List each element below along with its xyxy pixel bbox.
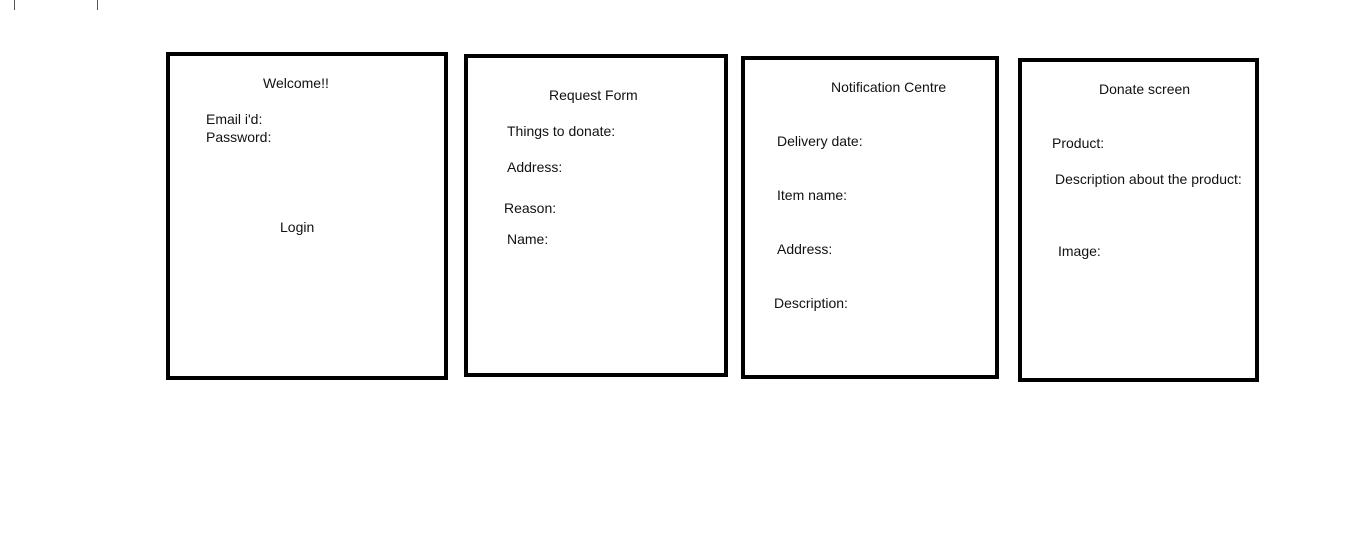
email-label: Email i'd:	[206, 111, 263, 127]
address-label: Address:	[507, 159, 563, 175]
password-label: Password:	[206, 129, 272, 145]
page-edge-tick-left	[14, 0, 15, 10]
notification-centre-frame: Notification Centre Delivery date: Item …	[741, 56, 999, 379]
description-label: Description:	[774, 295, 848, 311]
things-to-donate-label: Things to donate:	[507, 123, 616, 139]
name-label: Name:	[507, 231, 549, 247]
request-form-title: Request Form	[549, 87, 638, 103]
notification-centre-title: Notification Centre	[831, 79, 947, 95]
request-form-frame: Request Form Things to donate: Address: …	[464, 54, 728, 377]
login-screen-frame: Welcome!! Email i'd: Password: Login	[166, 52, 448, 380]
item-name-label: Item name:	[777, 187, 848, 203]
login-button[interactable]: Login	[280, 219, 314, 235]
delivery-date-label: Delivery date:	[777, 133, 863, 149]
page-edge-tick-right	[97, 0, 98, 10]
login-screen-title: Welcome!!	[263, 75, 329, 91]
donate-screen-frame: Donate screen Product: Description about…	[1018, 58, 1259, 382]
reason-label: Reason:	[504, 200, 557, 216]
donate-screen-title: Donate screen	[1099, 81, 1191, 97]
address-label: Address:	[777, 241, 833, 257]
image-label: Image:	[1058, 243, 1101, 259]
product-label: Product:	[1052, 135, 1105, 151]
product-description-label: Description about the product:	[1055, 171, 1242, 187]
